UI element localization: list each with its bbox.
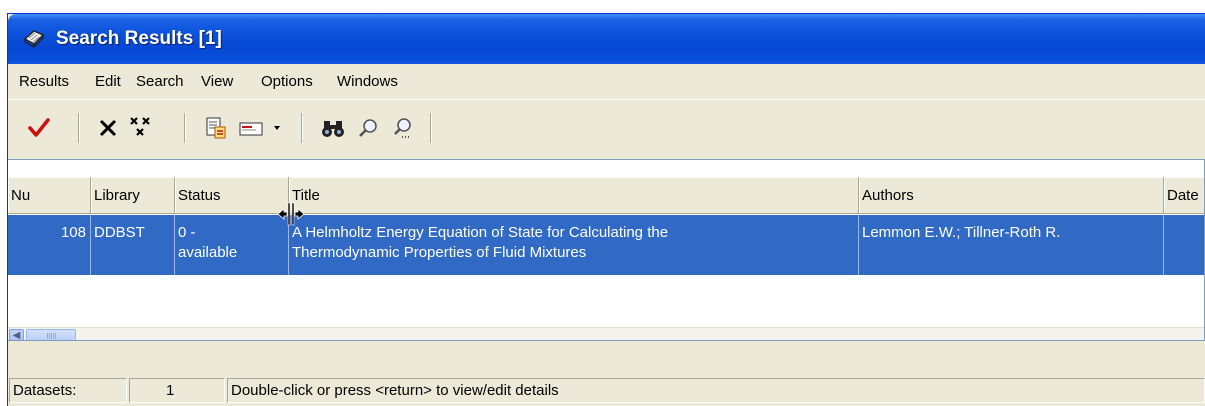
binoculars-icon — [322, 121, 344, 137]
delete-x-icon — [99, 119, 117, 137]
cell-nu: 108 — [8, 215, 91, 275]
column-header-library[interactable]: Library — [91, 177, 175, 214]
toolbar-separator — [78, 113, 80, 143]
export-button[interactable] — [201, 111, 231, 145]
scrollbar-thumb[interactable] — [26, 329, 76, 340]
column-header-date[interactable]: Date — [1164, 177, 1204, 214]
menu-options[interactable]: Options — [261, 73, 313, 90]
send-mail-dropdown[interactable] — [270, 111, 284, 145]
menu-edit[interactable]: Edit — [95, 73, 121, 90]
send-mail-button[interactable] — [235, 111, 269, 145]
cell-status-line1: 0 - — [178, 224, 196, 241]
cell-authors: Lemmon E.W.; Tillner-Roth R. — [859, 215, 1164, 275]
chevron-left-icon: ◀ — [12, 330, 21, 341]
delete-all-icon — [130, 117, 150, 136]
magnifier-dots-icon — [394, 118, 411, 138]
menu-search[interactable]: Search — [136, 73, 184, 90]
menu-view[interactable]: View — [201, 73, 233, 90]
zoom-details-button[interactable] — [388, 111, 418, 145]
magnifier-icon — [359, 119, 377, 137]
toolbar-separator — [184, 113, 186, 143]
horizontal-scrollbar[interactable]: ◀ — [8, 327, 1204, 341]
accept-button[interactable] — [24, 111, 54, 145]
status-datasets-count: 1 — [129, 378, 225, 403]
status-datasets-label: Datasets: — [9, 378, 127, 403]
dropdown-arrow-icon — [274, 126, 280, 130]
menu-bar: Results Edit Search View Options Windows — [8, 64, 1205, 100]
send-mail-icon — [239, 122, 263, 136]
grid-header: Nu Library Status Title Authors Date — [8, 177, 1204, 216]
toolbar-separator — [430, 113, 432, 143]
title-bar[interactable]: Search Results [1] — [8, 14, 1205, 64]
cell-date — [1164, 215, 1204, 275]
grid-empty-area — [8, 275, 1204, 325]
scroll-left-button[interactable]: ◀ — [9, 329, 24, 341]
thumb-grip-icon — [47, 333, 56, 339]
cell-library: DDBST — [91, 215, 175, 275]
cell-status-line2: available — [178, 244, 238, 261]
status-bar: Datasets: 1 Double-click or press <retur… — [8, 374, 1205, 406]
checkmark-icon — [28, 118, 50, 137]
column-resize-cursor-icon — [277, 202, 305, 226]
export-document-icon — [206, 117, 226, 139]
zoom-button[interactable] — [353, 111, 383, 145]
cell-title-line1: A Helmholtz Energy Equation of State for… — [292, 224, 669, 241]
search-results-window: Search Results [1] Results Edit Search V… — [7, 13, 1205, 406]
status-hint: Double-click or press <return> to view/e… — [227, 378, 1205, 403]
cell-title-line2: Thermodynamic Properties of Fluid Mixtur… — [292, 244, 587, 261]
results-grid[interactable]: Nu Library Status Title Authors Date 108… — [8, 159, 1205, 341]
column-header-status[interactable]: Status — [175, 177, 289, 214]
menu-results[interactable]: Results — [19, 73, 69, 90]
toolbar-separator — [301, 113, 303, 143]
book-icon — [23, 30, 45, 48]
delete-button[interactable] — [93, 111, 123, 145]
find-button[interactable] — [318, 111, 348, 145]
table-row[interactable]: 108 DDBST 0 - available A Helmholtz Ener… — [8, 215, 1204, 275]
cell-title: A Helmholtz Energy Equation of State for… — [289, 215, 859, 275]
column-header-nu[interactable]: Nu — [8, 177, 91, 214]
menu-windows[interactable]: Windows — [337, 73, 398, 90]
cell-status: 0 - available — [175, 215, 289, 275]
delete-all-button[interactable] — [126, 111, 156, 145]
window-title: Search Results [1] — [56, 28, 222, 49]
column-header-title[interactable]: Title — [289, 177, 859, 214]
column-header-authors[interactable]: Authors — [859, 177, 1164, 214]
